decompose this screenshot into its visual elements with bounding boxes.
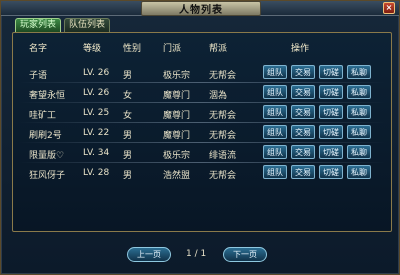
- header-name: 名字: [29, 44, 48, 54]
- tab-player-list[interactable]: 玩家列表: [15, 18, 62, 32]
- player-level: LV. 25: [83, 108, 110, 118]
- player-school: 魔尊门: [163, 91, 191, 101]
- trade-button[interactable]: 交易: [291, 85, 315, 99]
- player-guild: 无帮会: [209, 71, 237, 81]
- tab-team-list[interactable]: 队伍列表: [64, 18, 111, 32]
- row-divider: [19, 162, 385, 163]
- next-page-button[interactable]: 下一页: [223, 247, 267, 262]
- header-gender: 性别: [123, 44, 142, 54]
- table-row: 限量版♡ LV. 34 男 极乐宗 绯语流 组队 交易 切磋 私聊: [19, 145, 385, 163]
- private-chat-button[interactable]: 私聊: [347, 145, 371, 159]
- player-level: LV. 26: [83, 88, 110, 98]
- private-chat-button[interactable]: 私聊: [347, 65, 371, 79]
- player-guild: 无帮会: [209, 171, 237, 181]
- team-button[interactable]: 组队: [263, 145, 287, 159]
- header-guild: 帮派: [209, 44, 228, 54]
- player-level: LV. 34: [83, 148, 110, 158]
- row-actions: 组队 交易 切磋 私聊: [263, 105, 371, 119]
- player-gender: 男: [123, 131, 133, 141]
- trade-button[interactable]: 交易: [291, 65, 315, 79]
- trade-button[interactable]: 交易: [291, 105, 315, 119]
- private-chat-button[interactable]: 私聊: [347, 105, 371, 119]
- row-actions: 组队 交易 切磋 私聊: [263, 165, 371, 179]
- private-chat-button[interactable]: 私聊: [347, 125, 371, 139]
- table-row: 刷刷2号 LV. 22 男 魔尊门 无帮会 组队 交易 切磋 私聊: [19, 125, 385, 143]
- row-actions: 组队 交易 切磋 私聊: [263, 145, 371, 159]
- pagination: 上一页 1 / 1 下一页: [1, 247, 400, 263]
- player-school: 极乐宗: [163, 151, 191, 161]
- table-row: 狂风伢子 LV. 28 男 浩然盟 无帮会 组队 交易 切磋 私聊: [19, 165, 385, 183]
- player-name: 子语: [29, 71, 48, 81]
- player-gender: 男: [123, 151, 133, 161]
- row-divider: [19, 122, 385, 123]
- row-divider: [19, 142, 385, 143]
- player-name: 狂风伢子: [29, 171, 66, 181]
- player-guild: 无帮会: [209, 131, 237, 141]
- trade-button[interactable]: 交易: [291, 165, 315, 179]
- duel-button[interactable]: 切磋: [319, 65, 343, 79]
- team-button[interactable]: 组队: [263, 165, 287, 179]
- title-plaque: 人物列表: [141, 1, 261, 16]
- window-title: 人物列表: [179, 5, 223, 16]
- tab-bar: 玩家列表 队伍列表: [15, 18, 111, 32]
- character-list-window: 人物列表 × 玩家列表 队伍列表 名字 等级 性别 门派 帮派 操作 子语 LV…: [0, 0, 400, 275]
- player-table: 名字 等级 性别 门派 帮派 操作 子语 LV. 26 男 极乐宗 无帮会 组队…: [12, 32, 392, 232]
- player-gender: 女: [123, 111, 133, 121]
- player-gender: 女: [123, 91, 133, 101]
- duel-button[interactable]: 切磋: [319, 165, 343, 179]
- player-gender: 男: [123, 71, 133, 81]
- team-button[interactable]: 组队: [263, 125, 287, 139]
- page-indicator: 1 / 1: [186, 249, 207, 259]
- close-button[interactable]: ×: [383, 2, 395, 14]
- player-name: 奢望永恒: [29, 91, 66, 101]
- player-level: LV. 22: [83, 128, 110, 138]
- duel-button[interactable]: 切磋: [319, 105, 343, 119]
- player-level: LV. 28: [83, 168, 110, 178]
- trade-button[interactable]: 交易: [291, 145, 315, 159]
- private-chat-button[interactable]: 私聊: [347, 85, 371, 99]
- team-button[interactable]: 组队: [263, 105, 287, 119]
- duel-button[interactable]: 切磋: [319, 85, 343, 99]
- header-school: 门派: [163, 44, 182, 54]
- player-guild: 绯语流: [209, 151, 237, 161]
- row-actions: 组队 交易 切磋 私聊: [263, 65, 371, 79]
- player-gender: 男: [123, 171, 133, 181]
- row-divider: [19, 102, 385, 103]
- player-school: 魔尊门: [163, 111, 191, 121]
- player-name: 刷刷2号: [29, 131, 62, 141]
- header-actions: 操作: [291, 44, 310, 54]
- player-name: 哇矿工: [29, 111, 57, 121]
- trade-button[interactable]: 交易: [291, 125, 315, 139]
- header-level: 等级: [83, 44, 102, 54]
- prev-page-button[interactable]: 上一页: [127, 247, 171, 262]
- player-school: 浩然盟: [163, 171, 191, 181]
- row-actions: 组队 交易 切磋 私聊: [263, 85, 371, 99]
- player-school: 极乐宗: [163, 71, 191, 81]
- player-school: 魔尊门: [163, 131, 191, 141]
- duel-button[interactable]: 切磋: [319, 145, 343, 159]
- table-row: 哇矿工 LV. 25 女 魔尊门 无帮会 组队 交易 切磋 私聊: [19, 105, 385, 123]
- duel-button[interactable]: 切磋: [319, 125, 343, 139]
- private-chat-button[interactable]: 私聊: [347, 165, 371, 179]
- team-button[interactable]: 组队: [263, 65, 287, 79]
- row-actions: 组队 交易 切磋 私聊: [263, 125, 371, 139]
- player-name: 限量版♡: [29, 151, 65, 161]
- team-button[interactable]: 组队: [263, 85, 287, 99]
- row-divider: [19, 82, 385, 83]
- table-row: 奢望永恒 LV. 26 女 魔尊门 涸為 组队 交易 切磋 私聊: [19, 85, 385, 103]
- table-row: 子语 LV. 26 男 极乐宗 无帮会 组队 交易 切磋 私聊: [19, 65, 385, 83]
- table-header: 名字 等级 性别 门派 帮派 操作: [13, 41, 391, 55]
- player-guild: 无帮会: [209, 111, 237, 121]
- player-guild: 涸為: [209, 91, 228, 101]
- player-level: LV. 26: [83, 68, 110, 78]
